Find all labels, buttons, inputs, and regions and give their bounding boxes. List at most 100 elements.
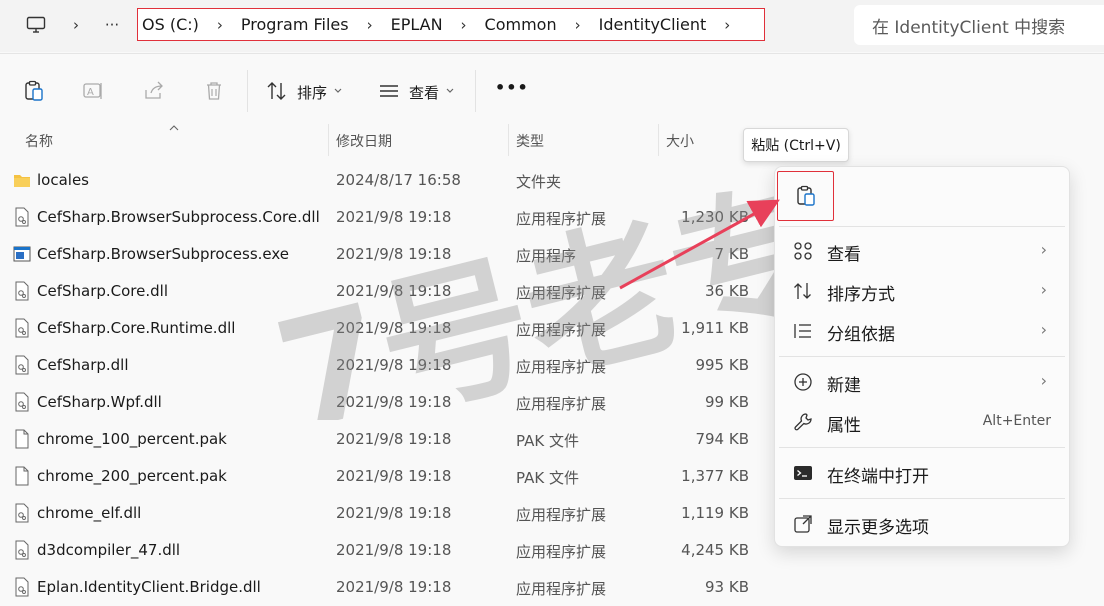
- dll-icon: [15, 281, 29, 301]
- chevron-down-icon[interactable]: [445, 87, 455, 95]
- chevron-right-icon[interactable]: ›: [353, 16, 387, 34]
- file-size: 36 KB: [705, 282, 749, 300]
- hidden-path-button[interactable]: ···: [96, 10, 128, 40]
- file-name: CefSharp.dll: [37, 356, 129, 374]
- more-options-button[interactable]: •••: [495, 78, 529, 97]
- folder-icon: [14, 175, 30, 187]
- expand-chevron-button[interactable]: ›: [60, 10, 92, 40]
- file-row[interactable]: CefSharp.Wpf.dll 2021/9/8 19:18 应用程序扩展 99 K…: [0, 384, 770, 421]
- breadcrumb[interactable]: OS (C:) › Program Files › EPLAN › Common…: [137, 8, 765, 41]
- sort-button[interactable]: 排序: [297, 82, 327, 103]
- file-type: 应用程序扩展: [516, 543, 607, 561]
- menu-item-open-in-terminal[interactable]: 在终端中打开: [775, 455, 1071, 491]
- menu-item-label: 新建: [827, 376, 861, 396]
- menu-item-show-more-options[interactable]: 显示更多选项: [775, 506, 1071, 542]
- search-input[interactable]: 在 IdentityClient 中搜索: [854, 5, 1104, 45]
- this-pc-button[interactable]: [20, 10, 52, 40]
- breadcrumb-item-identityclient[interactable]: IdentityClient: [595, 15, 711, 34]
- file-date: 2021/9/8 19:18: [336, 467, 452, 485]
- rename-icon[interactable]: A: [82, 80, 104, 102]
- menu-divider: [779, 226, 1065, 227]
- file-size: 7 KB: [714, 245, 749, 263]
- file-row[interactable]: d3dcompiler_47.dll 2021/9/8 19:18 应用程序扩展 4,…: [0, 532, 770, 569]
- file-type: 文件夹: [516, 173, 562, 191]
- share-icon[interactable]: [143, 80, 165, 102]
- chevron-right-icon[interactable]: ›: [561, 16, 595, 34]
- file-size: 1,377 KB: [681, 467, 749, 485]
- paste-button[interactable]: [777, 171, 834, 221]
- column-date[interactable]: 修改日期: [336, 131, 392, 151]
- file-row[interactable]: chrome_200_percent.pak 2021/9/8 19:18 PAK …: [0, 458, 770, 495]
- wrench-icon: [794, 413, 812, 431]
- breadcrumb-item-common[interactable]: Common: [481, 15, 561, 34]
- file-row[interactable]: Eplan.IdentityClient.Bridge.dll 2021/9/8 …: [0, 569, 770, 606]
- column-size[interactable]: 大小: [666, 131, 694, 151]
- file-row[interactable]: CefSharp.Core.dll 2021/9/8 19:18 应用程序扩展 36 …: [0, 273, 770, 310]
- dll-icon: [15, 503, 29, 523]
- new-icon: [794, 373, 812, 391]
- more-path-icon: ···: [104, 16, 120, 34]
- menu-item-view[interactable]: 查看 ›: [775, 233, 1071, 269]
- file-date: 2021/9/8 19:18: [336, 319, 452, 337]
- file-type: PAK 文件: [516, 469, 579, 487]
- exe-icon: [13, 246, 31, 262]
- more-options-icon: [794, 515, 812, 533]
- file-row[interactable]: CefSharp.BrowserSubprocess.Core.dll 2021/…: [0, 199, 770, 236]
- file-date: 2021/9/8 19:18: [336, 578, 452, 596]
- file-row[interactable]: CefSharp.BrowserSubprocess.exe 2021/9/8 1…: [0, 236, 770, 273]
- menu-item-label: 查看: [827, 245, 861, 265]
- file-icon: [15, 466, 29, 486]
- sort-icon[interactable]: [266, 80, 288, 102]
- file-row[interactable]: chrome_elf.dll 2021/9/8 19:18 应用程序扩展 1,119 …: [0, 495, 770, 532]
- column-type[interactable]: 类型: [516, 131, 544, 151]
- column-divider[interactable]: [658, 124, 659, 156]
- search-placeholder: 在 IdentityClient 中搜索: [872, 17, 1066, 38]
- column-name[interactable]: 名称: [25, 131, 53, 151]
- menu-item-new[interactable]: 新建 ›: [775, 364, 1071, 400]
- file-name: chrome_200_percent.pak: [37, 467, 227, 485]
- file-type: 应用程序扩展: [516, 395, 607, 413]
- file-type: 应用程序: [516, 247, 577, 265]
- chevron-down-icon[interactable]: [333, 87, 343, 95]
- file-name: chrome_elf.dll: [37, 504, 142, 522]
- file-type: 应用程序扩展: [516, 506, 607, 524]
- chevron-right-icon: ›: [73, 16, 79, 34]
- file-date: 2021/9/8 19:18: [336, 430, 452, 448]
- monitor-icon: [26, 16, 46, 33]
- view-icon[interactable]: [378, 80, 400, 102]
- file-row[interactable]: CefSharp.dll 2021/9/8 19:18 应用程序扩展 995 KB: [0, 347, 770, 384]
- file-type: 应用程序扩展: [516, 358, 607, 376]
- menu-item-group-by[interactable]: 分组依据 ›: [775, 313, 1071, 349]
- grid-icon: [794, 242, 812, 260]
- file-name: CefSharp.Wpf.dll: [37, 393, 162, 411]
- file-size: 1,119 KB: [681, 504, 749, 522]
- view-button[interactable]: 查看: [409, 82, 439, 103]
- file-row[interactable]: CefSharp.Core.Runtime.dll 2021/9/8 19:18 应…: [0, 310, 770, 347]
- menu-item-label: 显示更多选项: [827, 518, 929, 538]
- column-divider[interactable]: [508, 124, 509, 156]
- breadcrumb-item-drive[interactable]: OS (C:): [138, 15, 203, 34]
- delete-icon[interactable]: [203, 80, 225, 102]
- menu-item-properties[interactable]: 属性 Alt+Enter: [775, 404, 1071, 440]
- sort-icon: [794, 283, 811, 299]
- shortcut-label: Alt+Enter: [982, 413, 1051, 429]
- paste-icon[interactable]: [23, 80, 45, 102]
- chevron-right-icon[interactable]: ›: [447, 16, 481, 34]
- file-row[interactable]: locales 2024/8/17 16:58 文件夹: [0, 162, 770, 199]
- chevron-right-icon: ›: [1040, 240, 1047, 259]
- menu-item-label: 分组依据: [827, 325, 895, 345]
- toolbar-divider: [475, 70, 476, 112]
- file-name: CefSharp.BrowserSubprocess.exe: [37, 245, 290, 263]
- toolbar-divider: [247, 70, 248, 112]
- file-row[interactable]: chrome_100_percent.pak 2021/9/8 19:18 PAK …: [0, 421, 770, 458]
- breadcrumb-item-eplan[interactable]: EPLAN: [387, 15, 447, 34]
- column-divider[interactable]: [328, 124, 329, 156]
- file-name: locales: [37, 171, 89, 189]
- breadcrumb-item-program-files[interactable]: Program Files: [237, 15, 353, 34]
- chevron-right-icon[interactable]: ›: [710, 16, 744, 34]
- file-date: 2021/9/8 19:18: [336, 356, 452, 374]
- menu-item-sort-by[interactable]: 排序方式 ›: [775, 273, 1071, 309]
- menu-divider: [779, 498, 1065, 499]
- chevron-right-icon[interactable]: ›: [203, 16, 237, 34]
- file-size: 4,245 KB: [681, 541, 749, 559]
